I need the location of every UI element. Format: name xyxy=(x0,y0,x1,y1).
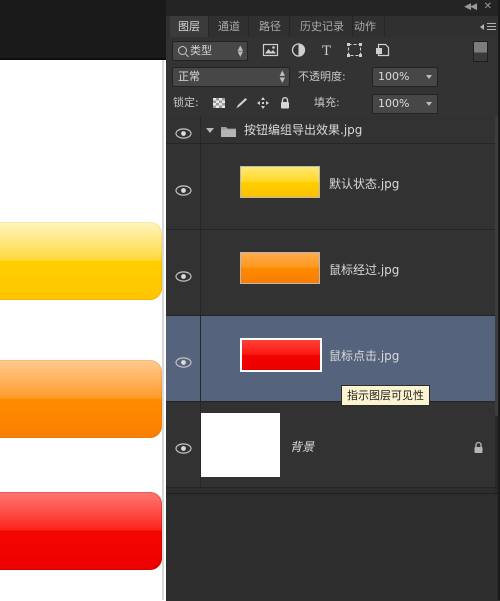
blend-opacity-row: 正常 ▲ ▼ 不透明度: 100% xyxy=(166,63,500,89)
layer-thumbnail[interactable] xyxy=(201,413,280,477)
table-row[interactable]: 默认状态.jpg xyxy=(166,144,500,230)
layer-name[interactable]: 鼠标点击.jpg xyxy=(329,349,399,363)
layer-list-empty-area xyxy=(166,493,500,601)
layer-thumbnail[interactable] xyxy=(240,252,320,284)
fill-field[interactable]: 100% xyxy=(372,94,438,114)
blend-mode-value: 正常 xyxy=(178,70,200,83)
tab-actions[interactable]: 动作 xyxy=(346,16,385,37)
photoshop-screen: ◀◀ ✕ 图层 通道 路径 历史记录 动作 类型 ▲ ▼ T 正常 ▲ ▼ 不透… xyxy=(0,0,500,601)
layers-panel: ◀◀ ✕ 图层 通道 路径 历史记录 动作 类型 ▲ ▼ T 正常 ▲ ▼ 不透… xyxy=(166,0,500,601)
tab-history[interactable]: 历史记录 xyxy=(292,16,353,37)
stepper-icon[interactable]: ▲ ▼ xyxy=(238,45,243,58)
eye-icon[interactable] xyxy=(175,124,192,139)
eye-icon[interactable] xyxy=(175,181,192,196)
panel-title-bar[interactable]: ◀◀ ✕ xyxy=(166,0,500,17)
panel-menu-line xyxy=(487,26,496,27)
folder-icon xyxy=(220,123,237,137)
lock-label: 锁定: xyxy=(173,96,199,109)
panel-menu-icon[interactable] xyxy=(480,20,496,33)
fill-value: 100% xyxy=(378,97,410,110)
lock-transparent-pixels-icon[interactable] xyxy=(212,95,226,109)
active-state-button-art xyxy=(0,492,162,570)
chevron-down-icon[interactable] xyxy=(426,102,432,106)
opacity-value: 100% xyxy=(378,70,410,83)
button-gloss xyxy=(0,360,162,399)
smart-object-filter-icon[interactable] xyxy=(374,42,391,58)
pixel-layer-filter-icon[interactable] xyxy=(262,42,279,58)
adjustment-layer-filter-icon[interactable] xyxy=(290,42,307,58)
layer-locked-icon[interactable] xyxy=(473,439,484,453)
close-icon[interactable]: ✕ xyxy=(484,2,492,12)
shape-layer-filter-icon[interactable] xyxy=(346,42,363,58)
panel-tab-bar: 图层 通道 路径 历史记录 动作 xyxy=(166,16,500,38)
layer-name[interactable]: 鼠标经过.jpg xyxy=(329,263,399,277)
hover-state-button-art xyxy=(0,360,162,438)
layer-list[interactable]: 按钮编组导出效果.jpg 默认状态.jpg 鼠标经过.jpg 鼠标点击.jpg … xyxy=(166,116,500,493)
eye-icon[interactable] xyxy=(175,353,192,368)
tab-paths[interactable]: 路径 xyxy=(251,16,290,37)
table-row[interactable]: 按钮编组导出效果.jpg xyxy=(166,116,500,144)
svg-text:T: T xyxy=(322,44,331,58)
tab-layers[interactable]: 图层 xyxy=(170,16,209,38)
collapse-panel-icon[interactable]: ◀◀ xyxy=(464,3,477,12)
layer-visibility-cell[interactable] xyxy=(166,144,201,229)
stepper-icon[interactable]: ▲ ▼ xyxy=(280,70,285,84)
layer-thumbnail[interactable] xyxy=(240,338,322,372)
lock-all-icon[interactable] xyxy=(278,95,292,109)
lock-image-pixels-icon[interactable] xyxy=(234,95,248,109)
opacity-field[interactable]: 100% xyxy=(372,67,438,87)
group-expand-triangle-icon[interactable] xyxy=(206,128,214,133)
lock-position-icon[interactable] xyxy=(256,95,270,109)
chevron-down-icon[interactable] xyxy=(426,75,432,79)
button-gloss xyxy=(0,222,162,261)
filter-type-value: 类型 xyxy=(190,44,212,57)
opacity-label: 不透明度: xyxy=(298,70,346,83)
tab-channels[interactable]: 通道 xyxy=(210,16,249,37)
filter-enable-toggle[interactable] xyxy=(473,41,488,62)
tooltip: 指示图层可见性 xyxy=(341,385,430,406)
layer-thumbnail[interactable] xyxy=(240,166,320,198)
search-icon xyxy=(178,46,187,55)
table-row[interactable]: 鼠标点击.jpg xyxy=(166,316,500,402)
filter-type-select[interactable]: 类型 ▲ ▼ xyxy=(172,41,248,61)
canvas-right-edge xyxy=(162,60,164,600)
layer-filter-bar: 类型 ▲ ▼ T xyxy=(166,37,500,64)
layer-visibility-cell[interactable] xyxy=(166,230,201,315)
default-state-button-art xyxy=(0,222,162,300)
eye-icon[interactable] xyxy=(175,439,192,454)
panel-menu-line xyxy=(487,29,496,30)
button-gloss xyxy=(0,492,162,531)
lock-fill-row: 锁定: 填充: 100% xyxy=(166,89,500,117)
fill-label: 填充: xyxy=(314,96,340,109)
layer-visibility-cell[interactable] xyxy=(166,402,201,487)
document-window-chrome xyxy=(0,0,166,60)
table-row[interactable]: 背景 xyxy=(166,402,500,488)
eye-icon[interactable] xyxy=(175,267,192,282)
document-canvas[interactable] xyxy=(0,60,164,600)
layer-name[interactable]: 背景 xyxy=(290,440,314,454)
layer-visibility-cell[interactable] xyxy=(166,116,201,143)
layer-name[interactable]: 默认状态.jpg xyxy=(329,177,399,191)
panel-menu-triangle xyxy=(480,24,484,30)
layer-name[interactable]: 按钮编组导出效果.jpg xyxy=(244,123,362,137)
type-layer-filter-icon[interactable]: T xyxy=(318,42,335,58)
blend-mode-select[interactable]: 正常 ▲ ▼ xyxy=(172,67,290,87)
table-row[interactable]: 鼠标经过.jpg xyxy=(166,230,500,316)
panel-menu-line xyxy=(487,23,496,24)
layer-visibility-cell[interactable] xyxy=(166,316,201,401)
